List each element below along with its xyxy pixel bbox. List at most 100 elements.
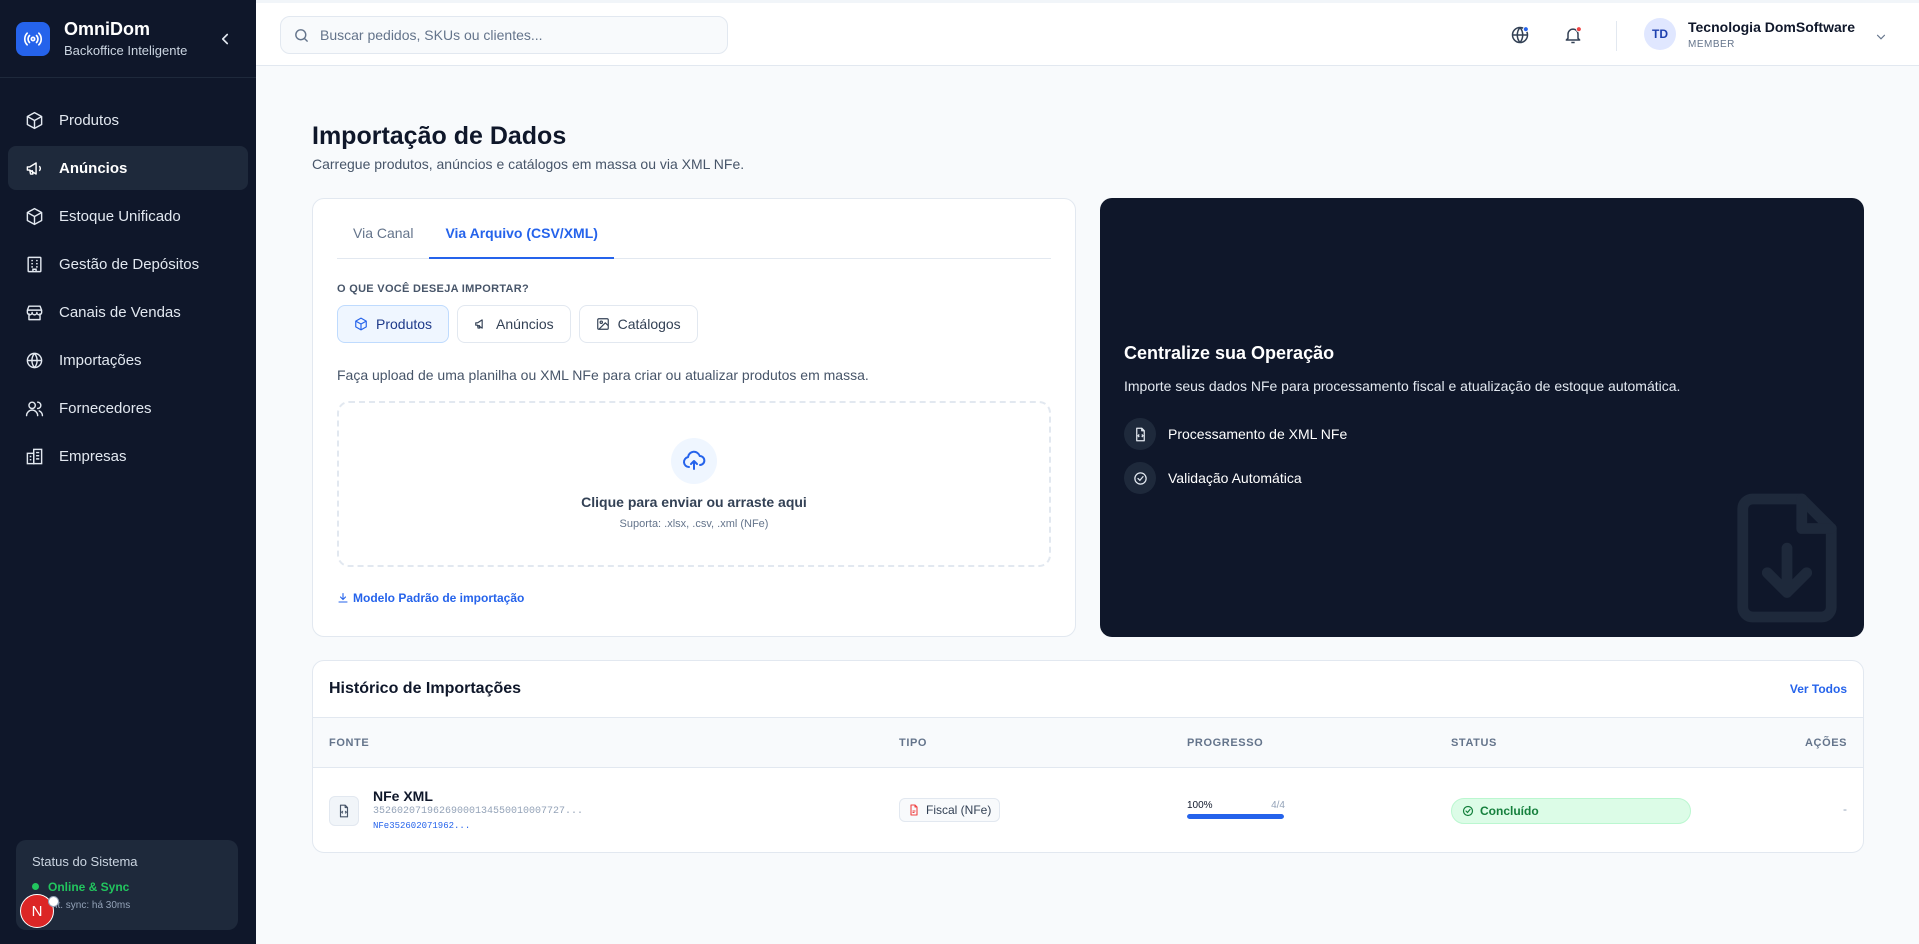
user-menu[interactable]: TD Tecnologia DomSoftware MEMBER bbox=[1644, 18, 1855, 50]
feature-label: Processamento de XML NFe bbox=[1168, 426, 1348, 442]
sidebar: OmniDom Backoffice Inteligente Produtos … bbox=[0, 0, 256, 944]
import-history: Histórico de Importações Ver Todos FONTE… bbox=[312, 660, 1864, 853]
column-acoes: AÇÕES bbox=[1805, 737, 1848, 749]
upload-description: Faça upload de uma planilha ou XML NFe p… bbox=[337, 367, 869, 383]
status-label: Concluído bbox=[1480, 804, 1539, 818]
collapse-sidebar-button[interactable] bbox=[216, 30, 234, 48]
type-anuncios-button[interactable]: Anúncios bbox=[457, 305, 571, 343]
download-template-link[interactable]: Modelo Padrão de importação bbox=[337, 591, 1051, 605]
type-label: Anúncios bbox=[496, 316, 554, 332]
sidebar-item-estoque-unificado[interactable]: Estoque Unificado bbox=[8, 194, 248, 238]
history-title: Histórico de Importações bbox=[329, 680, 522, 697]
file-download-icon bbox=[1737, 493, 1837, 623]
table-header: FONTE TIPO PROGRESSO STATUS AÇÕES bbox=[313, 718, 1863, 768]
store-icon bbox=[24, 302, 44, 322]
progress-percent: 100% bbox=[1187, 800, 1213, 811]
search-input[interactable] bbox=[320, 27, 720, 43]
sidebar-item-label: Empresas bbox=[59, 447, 127, 465]
sidebar-item-produtos[interactable]: Produtos bbox=[8, 98, 248, 142]
promo-description: Importe seus dados NFe para processament… bbox=[1124, 378, 1681, 394]
avatar: TD bbox=[1644, 18, 1676, 50]
chevron-down-icon[interactable] bbox=[1874, 30, 1888, 49]
tab-via-arquivo[interactable]: Via Arquivo (CSV/XML) bbox=[429, 225, 614, 259]
dropzone-formats: Suporta: .xlsx, .csv, .xml (NFe) bbox=[619, 518, 769, 530]
sidebar-item-label: Anúncios bbox=[59, 159, 128, 177]
building-icon bbox=[24, 254, 44, 274]
notifications-button[interactable] bbox=[1563, 25, 1583, 45]
globe-icon bbox=[24, 350, 44, 370]
page-title: Importação de Dados bbox=[312, 122, 567, 150]
promo-title: Centralize sua Operação bbox=[1124, 343, 1335, 363]
header-divider bbox=[1616, 21, 1617, 51]
sidebar-item-fornecedores[interactable]: Fornecedores bbox=[8, 386, 248, 430]
feature-auto-validation: Validação Automática bbox=[1124, 462, 1302, 494]
column-tipo: TIPO bbox=[899, 737, 928, 749]
language-button[interactable] bbox=[1510, 25, 1530, 45]
status-title: Status do Sistema bbox=[32, 854, 138, 869]
building-icon bbox=[24, 446, 44, 466]
sidebar-item-label: Canais de Vendas bbox=[59, 303, 181, 321]
file-code-icon bbox=[329, 796, 359, 826]
brand-name: OmniDom bbox=[64, 19, 151, 39]
import-tabs: Via Canal Via Arquivo (CSV/XML) bbox=[337, 199, 1051, 259]
type-badge: Fiscal (NFe) bbox=[899, 798, 1001, 822]
type-produtos-button[interactable]: Produtos bbox=[337, 305, 450, 343]
import-card: Via Canal Via Arquivo (CSV/XML) O QUE VO… bbox=[312, 198, 1076, 637]
dropzone-title: Clique para enviar ou arraste aqui bbox=[581, 494, 807, 510]
megaphone-icon bbox=[474, 317, 488, 331]
sidebar-item-canais-vendas[interactable]: Canais de Vendas bbox=[8, 290, 248, 334]
check-circle-icon bbox=[1124, 462, 1156, 494]
feature-xml-processing: Processamento de XML NFe bbox=[1124, 418, 1347, 450]
floating-avatar-button[interactable]: N bbox=[20, 894, 59, 928]
source-access-key: 35260207196269000134550010007727... bbox=[373, 806, 584, 817]
page-subtitle: Carregue produtos, anúncios e catálogos … bbox=[312, 156, 745, 172]
table-row[interactable]: NFe XML 35260207196269000134550010007727… bbox=[313, 768, 1863, 852]
source-name: NFe XML bbox=[373, 788, 433, 804]
sidebar-item-gestao-depositos[interactable]: Gestão de Depósitos bbox=[8, 242, 248, 286]
status-online: Online & Sync bbox=[32, 880, 222, 894]
status-badge: Concluído bbox=[1451, 798, 1691, 824]
sidebar-item-label: Produtos bbox=[59, 111, 120, 129]
box-icon bbox=[24, 206, 44, 226]
check-circle-icon bbox=[1462, 805, 1474, 817]
progress-count: 4/4 bbox=[1271, 800, 1285, 811]
search-icon bbox=[295, 28, 308, 42]
file-pdf-icon bbox=[908, 804, 920, 816]
sidebar-item-label: Importações bbox=[59, 351, 142, 369]
brand: OmniDom Backoffice Inteligente bbox=[0, 0, 256, 78]
search-box[interactable] bbox=[280, 16, 728, 54]
promo-card: Centralize sua Operação Importe seus dad… bbox=[1100, 198, 1864, 637]
download-icon bbox=[337, 592, 349, 604]
type-label: Fiscal (NFe) bbox=[926, 803, 992, 817]
globe-icon bbox=[1511, 26, 1529, 44]
top-header: TD Tecnologia DomSoftware MEMBER bbox=[256, 0, 1919, 66]
sidebar-item-importacoes[interactable]: Importações bbox=[8, 338, 248, 382]
megaphone-icon bbox=[24, 158, 44, 178]
file-dropzone[interactable]: Clique para enviar ou arraste aqui Supor… bbox=[337, 401, 1051, 567]
sidebar-nav: Produtos Anúncios Estoque Unificado Gest… bbox=[0, 78, 256, 478]
template-link-label: Modelo Padrão de importação bbox=[353, 591, 525, 605]
type-label: Produtos bbox=[376, 316, 433, 332]
progress-fill bbox=[1187, 814, 1284, 819]
import-type-selector: Produtos Anúncios Catálogos bbox=[337, 305, 1051, 343]
user-role: MEMBER bbox=[1688, 38, 1735, 50]
box-icon bbox=[354, 317, 368, 331]
sidebar-item-anuncios[interactable]: Anúncios bbox=[8, 146, 248, 190]
tab-via-canal[interactable]: Via Canal bbox=[337, 225, 429, 259]
column-fonte: FONTE bbox=[329, 737, 370, 749]
type-label: Catálogos bbox=[617, 316, 681, 332]
source-file-link[interactable]: NFe352602071962... bbox=[373, 821, 470, 831]
progress-bar bbox=[1187, 814, 1284, 819]
type-catalogos-button[interactable]: Catálogos bbox=[578, 305, 698, 343]
bell-icon bbox=[1565, 26, 1582, 44]
cloud-upload-icon bbox=[671, 438, 717, 484]
column-status: STATUS bbox=[1451, 737, 1497, 749]
import-type-label: O QUE VOCÊ DESEJA IMPORTAR? bbox=[337, 283, 530, 295]
sidebar-item-empresas[interactable]: Empresas bbox=[8, 434, 248, 478]
view-all-link[interactable]: Ver Todos bbox=[1790, 682, 1847, 696]
broadcast-icon[interactable] bbox=[16, 21, 50, 56]
image-icon bbox=[596, 317, 610, 331]
file-code-icon bbox=[1124, 418, 1156, 450]
sidebar-item-label: Gestão de Depósitos bbox=[59, 255, 200, 273]
row-actions: - bbox=[1843, 802, 1847, 816]
